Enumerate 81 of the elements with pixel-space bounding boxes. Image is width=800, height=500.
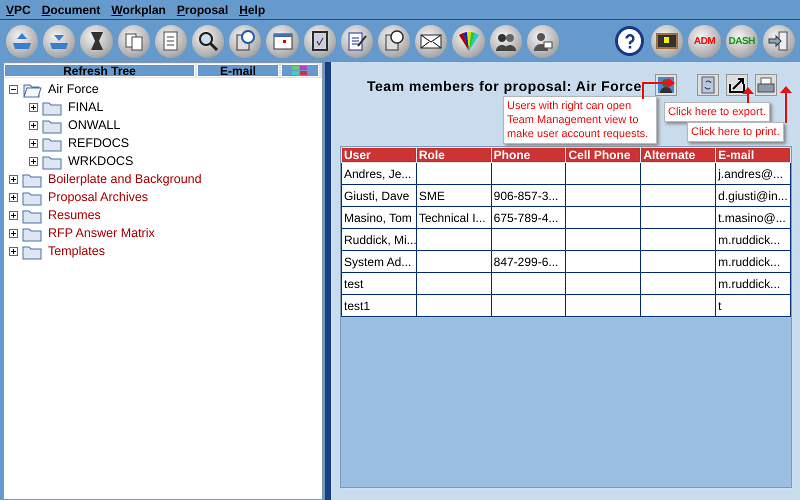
envelope-icon[interactable] (415, 24, 448, 58)
table-cell: j.andres@... (716, 162, 790, 184)
tree-item[interactable]: Resumes (48, 208, 101, 222)
expander-icon[interactable] (29, 102, 38, 112)
menu-item[interactable]: VPC (4, 2, 40, 16)
column-header[interactable]: Role (416, 148, 492, 162)
table-cell: 906-857-3... (491, 184, 566, 206)
clock-document-icon[interactable] (378, 24, 410, 58)
menu-item[interactable]: Document (40, 2, 110, 16)
table-cell: 847-299-6... (491, 250, 566, 272)
expander-icon[interactable] (9, 246, 18, 256)
document-check-icon[interactable] (304, 24, 336, 58)
column-header[interactable]: Cell Phone (566, 148, 641, 162)
expander-icon[interactable] (29, 138, 38, 148)
table-cell: Masino, Tom (342, 206, 416, 228)
expander-icon[interactable] (29, 120, 38, 130)
tree-item[interactable]: RFP Answer Matrix (48, 226, 155, 240)
callout-note: Click here to print. (687, 122, 784, 142)
table-cell: m.ruddick... (716, 272, 790, 294)
table-cell: Giusti, Dave (342, 184, 416, 206)
tray-icon[interactable] (43, 24, 76, 58)
table-cell: d.giusti@in... (716, 184, 790, 206)
callout-arrow (640, 77, 676, 99)
printer-icon[interactable] (754, 74, 777, 96)
table-cell: test1 (342, 294, 416, 316)
expander-icon[interactable] (9, 192, 18, 202)
clock-document-icon[interactable] (229, 24, 262, 58)
expander-icon[interactable] (29, 156, 38, 166)
column-header[interactable]: User (342, 148, 416, 162)
callout-arrow (741, 87, 755, 103)
tree-item[interactable]: Air Force (48, 82, 99, 96)
search-icon[interactable] (192, 24, 224, 58)
callout-note: Users with right can open Team Management view to make user account requests. (503, 96, 657, 144)
table-cell: Technical I... (416, 206, 492, 228)
expander-icon[interactable] (9, 84, 18, 94)
table-cell: test (342, 272, 416, 294)
help-icon[interactable] (614, 26, 644, 56)
refresh-tree-button[interactable]: Refresh Tree (4, 64, 195, 77)
tree-item[interactable]: Boilerplate and Background (48, 172, 202, 186)
document-add-icon[interactable] (154, 24, 188, 58)
table-cell: m.ruddick... (716, 250, 790, 272)
refresh-icon[interactable] (696, 74, 719, 96)
table-cell: Ruddick, Mi... (342, 228, 416, 250)
table-cell: t (716, 294, 790, 316)
expander-icon[interactable] (9, 210, 18, 220)
documents-icon[interactable] (118, 24, 150, 58)
column-header[interactable]: E-mail (716, 148, 790, 162)
tree-item[interactable]: ONWALL (68, 118, 120, 132)
panel-title: Team members for proposal: Air Force (367, 78, 642, 94)
menu-item[interactable]: Proposal (174, 2, 238, 16)
table-cell: System Ad... (342, 250, 416, 272)
email-button[interactable]: E-mail (197, 64, 279, 77)
tray-icon[interactable] (6, 24, 38, 58)
tree-item[interactable]: Proposal Archives (48, 190, 148, 204)
table-cell: m.ruddick... (716, 228, 790, 250)
callout-arrow (780, 86, 792, 123)
export-icon[interactable] (726, 74, 748, 96)
monitor-icon[interactable] (651, 24, 684, 58)
tree-item[interactable]: WRKDOCS (68, 154, 134, 168)
tree-item[interactable]: FINAL (68, 100, 104, 114)
table-cell: 675-789-4... (491, 206, 566, 228)
table-cell: t.masino@... (716, 206, 790, 228)
menu-item[interactable]: Workplan (109, 2, 175, 16)
exit-door-icon[interactable] (762, 24, 796, 58)
color-fan-icon[interactable] (452, 24, 485, 58)
people-icon[interactable] (490, 24, 522, 58)
column-header[interactable]: Alternate (640, 148, 716, 162)
tree-item[interactable]: Templates (48, 244, 105, 258)
column-header[interactable]: Phone (491, 148, 566, 162)
expander-icon[interactable] (9, 228, 18, 238)
table-cell: Andres, Je... (342, 162, 416, 184)
callout-note: Click here to export. (664, 102, 770, 122)
grid-icon[interactable] (281, 64, 319, 77)
tree-item[interactable]: REFDOCS (68, 136, 130, 150)
hourglass-icon[interactable] (80, 24, 113, 58)
person-card-icon[interactable] (526, 24, 560, 58)
menu-item[interactable]: Help (237, 2, 274, 16)
document-edit-icon[interactable] (340, 24, 374, 58)
table-cell: SME (416, 184, 492, 206)
expander-icon[interactable] (9, 174, 18, 184)
calendar-icon[interactable] (266, 24, 299, 58)
